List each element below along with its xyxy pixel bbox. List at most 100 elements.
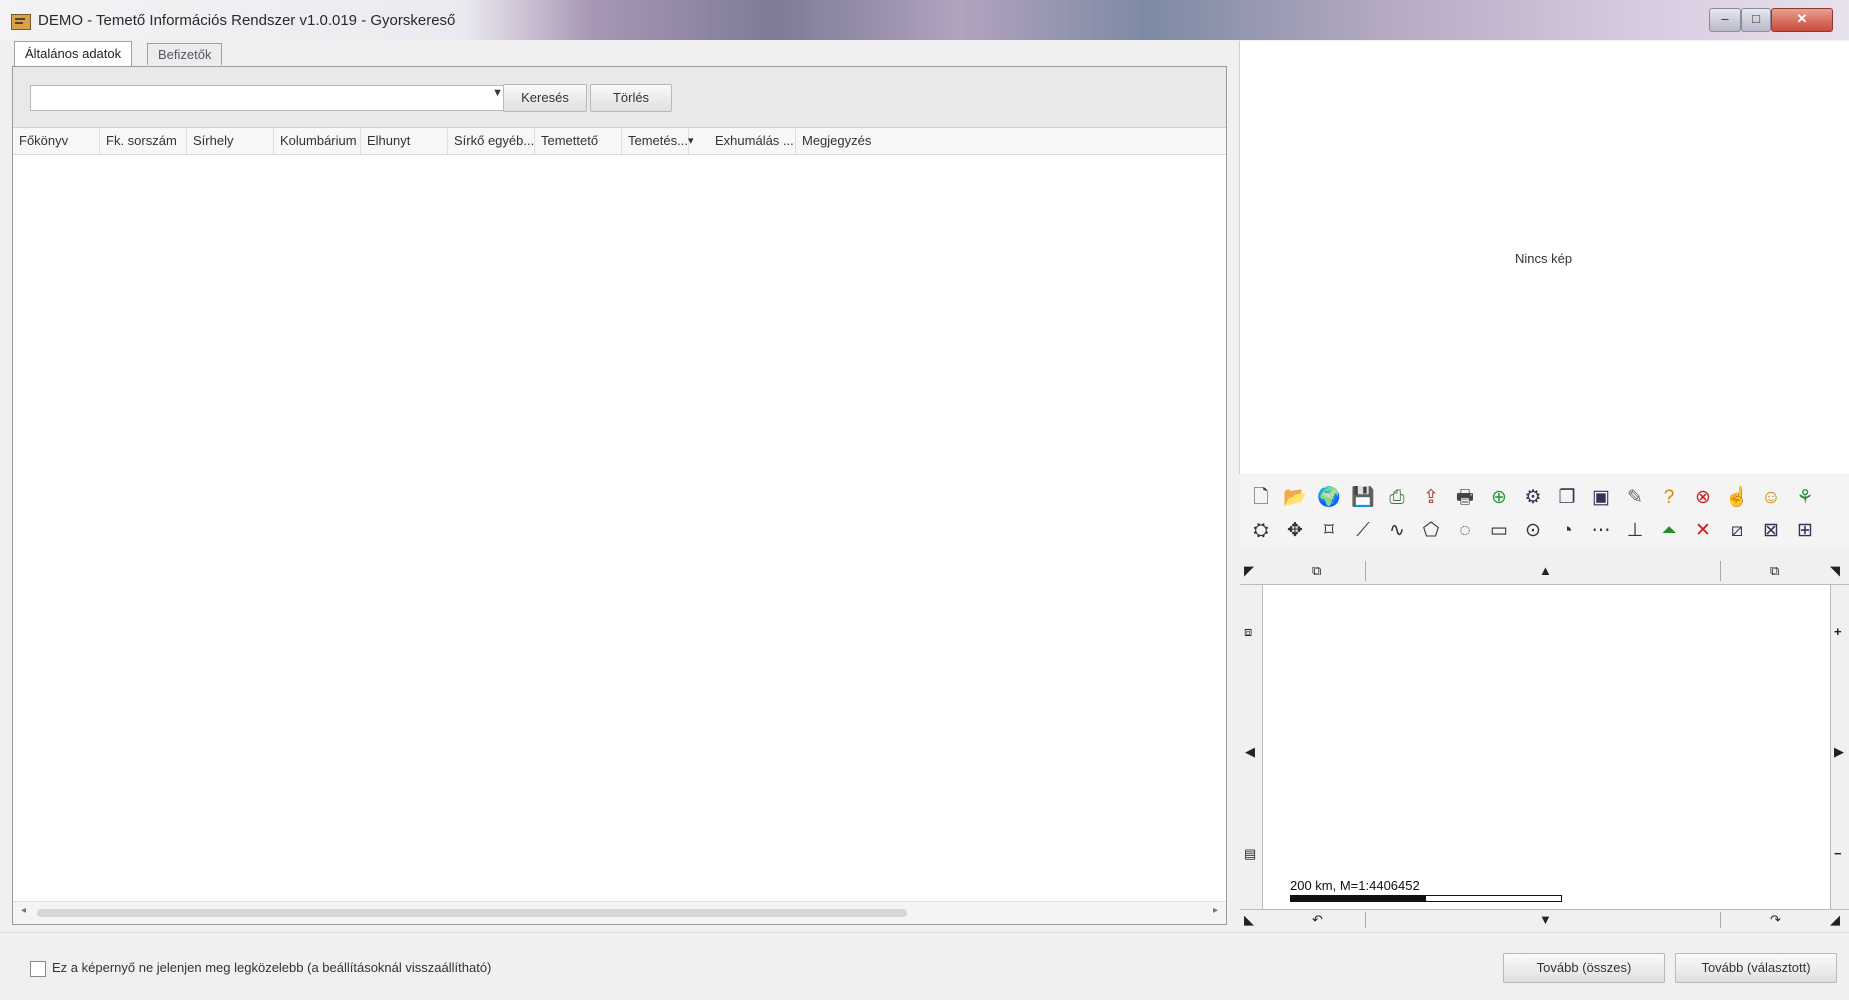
settings-icon[interactable]: ⚘ xyxy=(1792,485,1818,511)
map-right-scroll: + ▶ − xyxy=(1830,585,1849,910)
map-scale-label: 200 km, M=1:4406452 xyxy=(1290,878,1420,893)
stamp-icon[interactable]: ⛭ xyxy=(1248,518,1274,544)
column-header-general-ledger[interactable]: Főkönyv xyxy=(13,128,100,154)
smile-icon[interactable]: ☺ xyxy=(1758,485,1784,511)
scrollbar-thumb[interactable] xyxy=(37,909,907,917)
column-header-ledger-number[interactable]: Fk. sorszám xyxy=(100,128,187,154)
dont-show-again-label[interactable]: Ez a képernyő ne jelenjen meg legközeleb… xyxy=(52,960,491,975)
save-icon[interactable]: 💾 xyxy=(1350,485,1376,511)
freeform-icon[interactable]: ◌ xyxy=(1452,518,1478,544)
select-icon[interactable]: ☝ xyxy=(1724,485,1750,511)
app-icon xyxy=(11,14,31,30)
monitor-icon[interactable]: ▣ xyxy=(1588,485,1614,511)
map-scale-bar xyxy=(1290,895,1562,902)
pan-right-icon[interactable]: ▶ xyxy=(1834,745,1844,758)
pan-left-icon[interactable]: ◀ xyxy=(1245,745,1255,758)
column-header-exhumation[interactable]: Exhumálás ... xyxy=(709,128,796,154)
grid-box-icon[interactable]: ⊠ xyxy=(1758,518,1784,544)
delete-icon[interactable]: ✕ xyxy=(1690,518,1716,544)
next-selected-button[interactable]: Tovább (választott) xyxy=(1675,953,1837,983)
table-body[interactable] xyxy=(13,155,1226,890)
scroll-right-icon[interactable]: ▸ xyxy=(1213,905,1218,916)
edit-box-icon[interactable]: ⧄ xyxy=(1724,518,1750,544)
sort-down-icon[interactable]: ▾ xyxy=(688,128,700,154)
search-bar: ▼ Keresés Törlés xyxy=(13,67,1226,128)
map-toolbar: 🗋 📂 🌍 💾 ⎙ ⇪ 🖶 ⊕ ⚙ ❐ ▣ ✎ ? ⊗ ☝ ☺ ⚘ ⛭ ✥ ⌑ … xyxy=(1240,475,1849,549)
overview-icon[interactable]: ▤ xyxy=(1244,847,1256,860)
perpendicular-icon[interactable]: ⊥ xyxy=(1622,518,1648,544)
dont-show-again-checkbox[interactable] xyxy=(30,961,46,977)
pan-up-icon[interactable]: ▲ xyxy=(1539,564,1552,577)
curve-icon[interactable]: ∿ xyxy=(1384,518,1410,544)
maximize-button[interactable]: □ xyxy=(1741,8,1771,32)
chevron-down-icon[interactable]: ▼ xyxy=(492,87,503,99)
line-icon[interactable]: ⟋ xyxy=(1350,518,1376,544)
column-header-columbarium[interactable]: Kolumbárium xyxy=(274,128,361,154)
title-bar: DEMO - Temető Információs Rendszer v1.0.… xyxy=(0,0,1849,40)
map-bottom-scroll: ◣ ↶ ▼ ↷ ◢ xyxy=(1240,909,1849,930)
zoom-out-icon[interactable]: − xyxy=(1834,847,1842,860)
column-header-tombstone-other[interactable]: Sírkő egyéb... xyxy=(448,128,535,154)
next-all-button[interactable]: Tovább (összes) xyxy=(1503,953,1665,983)
column-header-notes[interactable]: Megjegyzés xyxy=(796,128,902,154)
redo-icon[interactable]: ↷ xyxy=(1770,913,1781,926)
properties-icon[interactable]: ⚙ xyxy=(1520,485,1546,511)
map-canvas[interactable]: 200 km, M=1:4406452 xyxy=(1263,585,1831,910)
node-icon[interactable]: ⌑ xyxy=(1316,518,1342,544)
layer-stack-icon[interactable]: ⧈ xyxy=(1244,625,1252,638)
separator xyxy=(1365,561,1366,581)
column-header-grave-site[interactable]: Sírhely xyxy=(187,128,274,154)
grid-box2-icon[interactable]: ⊞ xyxy=(1792,518,1818,544)
tab-payers[interactable]: Befizetők xyxy=(147,43,223,65)
corner-top-right-icon[interactable]: ◥ xyxy=(1830,564,1840,577)
footer: Ez a képernyő ne jelenjen meg legközeleb… xyxy=(0,932,1849,1000)
export-icon[interactable]: ⎙ xyxy=(1384,485,1410,511)
pencil-icon[interactable]: ✎ xyxy=(1622,485,1648,511)
search-button[interactable]: Keresés xyxy=(503,84,587,112)
column-header-deceased[interactable]: Elhunyt xyxy=(361,128,448,154)
horizontal-scrollbar[interactable]: ◂ ▸ xyxy=(13,901,1226,924)
polygon-icon[interactable]: ⬠ xyxy=(1418,518,1444,544)
map-left-scroll: ⧈ ◀ ▤ xyxy=(1240,585,1263,910)
map-top-scroll: ◤ ⧉ ▲ ⧉ ◥ xyxy=(1240,558,1849,585)
layers-icon[interactable]: ❐ xyxy=(1554,485,1580,511)
print-icon[interactable]: 🖶 xyxy=(1452,485,1478,511)
clear-button[interactable]: Törlés xyxy=(590,84,672,112)
new-icon[interactable]: 🗋 xyxy=(1248,485,1274,511)
window-title: DEMO - Temető Információs Rendszer v1.0.… xyxy=(38,12,456,29)
copy-icon[interactable]: ⧉ xyxy=(1312,564,1321,577)
zoom-in-icon[interactable]: + xyxy=(1834,625,1842,638)
tab-general-data[interactable]: Általános adatok xyxy=(14,41,133,67)
corner-top-left-icon[interactable]: ◤ xyxy=(1244,564,1254,577)
map-panel: ◤ ⧉ ▲ ⧉ ◥ ⧈ ◀ ▤ 200 km, M=1:4406452 + ▶ … xyxy=(1240,558,1849,930)
table-header: Főkönyv Fk. sorszám Sírhely Kolumbárium … xyxy=(13,128,1226,155)
move-icon[interactable]: ✥ xyxy=(1282,518,1308,544)
layer-up-icon[interactable]: ⏶ xyxy=(1656,518,1682,544)
dash-icon[interactable]: ⋯ xyxy=(1588,518,1614,544)
corner-bottom-left-icon[interactable]: ◣ xyxy=(1244,913,1254,926)
pan-down-icon[interactable]: ▼ xyxy=(1539,913,1552,926)
import-icon[interactable]: ⇪ xyxy=(1418,485,1444,511)
column-header-funeral-arranger[interactable]: Temettető xyxy=(535,128,622,154)
open-icon[interactable]: 📂 xyxy=(1282,485,1308,511)
minimize-button[interactable]: – xyxy=(1709,8,1741,32)
close-button[interactable]: ✕ xyxy=(1771,8,1833,32)
separator xyxy=(1365,912,1366,928)
globe-icon[interactable]: 🌍 xyxy=(1316,485,1342,511)
corner-bottom-right-icon[interactable]: ◢ xyxy=(1830,913,1840,926)
scroll-left-icon[interactable]: ◂ xyxy=(21,905,26,916)
no-image-label: Nincs kép xyxy=(1515,251,1573,266)
undo-icon[interactable]: ↶ xyxy=(1312,913,1323,926)
search-combo[interactable]: ▼ xyxy=(30,85,510,111)
circle-icon[interactable]: ⊙ xyxy=(1520,518,1546,544)
column-header-funeral[interactable]: Temetés... xyxy=(622,128,689,154)
cancel-icon[interactable]: ⊗ xyxy=(1690,485,1716,511)
zoom-in-icon[interactable]: ⊕ xyxy=(1486,485,1512,511)
separator xyxy=(1720,912,1721,928)
image-panel: Nincs kép xyxy=(1239,41,1849,474)
separator xyxy=(1720,561,1721,581)
help-icon[interactable]: ? xyxy=(1656,485,1682,511)
arc-icon[interactable]: ◔ xyxy=(1554,518,1580,544)
copy-icon[interactable]: ⧉ xyxy=(1770,564,1779,577)
rectangle-icon[interactable]: ▭ xyxy=(1486,518,1512,544)
